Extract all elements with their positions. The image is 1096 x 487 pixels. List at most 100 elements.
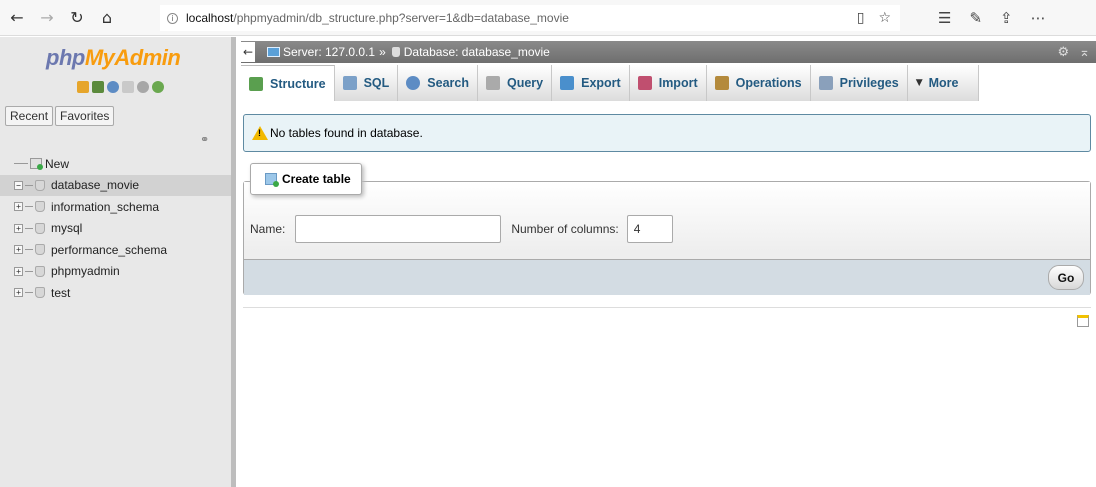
database-icon (35, 287, 45, 299)
go-button[interactable]: Go (1048, 265, 1084, 290)
collapse-sidebar-icon[interactable]: ← (241, 42, 255, 62)
refresh-button[interactable]: ↻ (64, 5, 90, 31)
info-icon[interactable]: i (167, 12, 178, 24)
tab-more[interactable]: ▼ More (907, 65, 980, 101)
logout-icon[interactable] (92, 81, 104, 93)
tree-item-mysql[interactable]: + mysql (0, 218, 231, 240)
tab-query[interactable]: Query (477, 65, 553, 101)
logo-php: php (46, 45, 85, 70)
expand-icon[interactable]: + (14, 223, 23, 233)
tree-item-new[interactable]: New (0, 153, 231, 175)
create-table-form: Create table Name: Number of columns: 4 … (243, 163, 1091, 295)
home-button[interactable]: ⌂ (94, 5, 120, 31)
privileges-icon (818, 76, 833, 90)
database-icon (35, 201, 45, 213)
tab-label: More (928, 76, 959, 90)
new-database-icon (30, 158, 43, 171)
form-footer: Go (244, 259, 1090, 295)
import-icon (637, 76, 652, 90)
tree-item-phpmyadmin[interactable]: + phpmyadmin (0, 261, 231, 283)
breadcrumb-server[interactable]: Server: 127.0.0.1 (283, 45, 375, 59)
breadcrumb-separator: » (379, 45, 386, 59)
browser-toolbar: ← → ↻ ⌂ i localhost/phpmyadmin/db_struct… (0, 0, 1096, 36)
tree-item-information-schema[interactable]: + information_schema (0, 196, 231, 218)
tree-connector (14, 163, 28, 165)
database-icon (35, 179, 45, 191)
url-host: localhost (186, 11, 234, 25)
query-icon (485, 76, 500, 90)
tree-item-test[interactable]: + test (0, 282, 231, 304)
database-icon (35, 244, 45, 256)
home-icon[interactable] (77, 81, 89, 93)
pen-icon[interactable]: ✎ (969, 9, 982, 27)
breadcrumb-database[interactable]: Database: database_movie (404, 45, 550, 59)
breadcrumb: ← Server: 127.0.0.1 » Database: database… (241, 41, 1096, 63)
search-icon (406, 76, 421, 90)
create-table-icon (265, 173, 279, 187)
divider (243, 307, 1091, 308)
tab-label: SQL (363, 76, 390, 90)
tab-label: Export (581, 76, 621, 90)
columns-label: Number of columns: (511, 222, 619, 236)
tab-sql[interactable]: SQL (334, 65, 399, 101)
settings-icon[interactable] (137, 81, 149, 93)
sql-icon (342, 76, 357, 90)
database-name: phpmyadmin (51, 264, 120, 279)
tab-privileges[interactable]: Privileges (810, 65, 908, 101)
share-icon[interactable]: ⇪ (1000, 9, 1013, 27)
console-note-icon[interactable] (1077, 315, 1089, 327)
docs-icon[interactable] (122, 81, 134, 93)
tab-search[interactable]: Search (398, 65, 478, 101)
tree-connector (25, 292, 33, 294)
tab-import[interactable]: Import (629, 65, 707, 101)
table-name-input[interactable] (295, 215, 502, 243)
more-options-icon[interactable]: ⋯ (1031, 9, 1046, 27)
back-arrow-icon: ← (10, 8, 24, 27)
help-icon[interactable] (107, 81, 119, 93)
main-panel: ← Server: 127.0.0.1 » Database: database… (241, 37, 1096, 487)
home-icon: ⌂ (101, 8, 113, 27)
database-name: test (51, 285, 71, 300)
expand-icon[interactable]: + (14, 288, 23, 298)
number-of-columns-input[interactable]: 4 (626, 215, 673, 243)
tree-connector (25, 249, 33, 251)
tab-label: Search (427, 76, 469, 90)
back-button[interactable]: ← (4, 5, 30, 31)
tab-structure[interactable]: Structure (241, 65, 335, 101)
expand-icon[interactable]: + (14, 202, 23, 212)
quick-icons (77, 81, 164, 93)
database-icon (35, 222, 45, 234)
tree-item-performance-schema[interactable]: + performance_schema (0, 239, 231, 261)
link-chain-icon[interactable]: ⚭ (200, 133, 209, 146)
favorite-star-icon[interactable]: ☆ (878, 10, 891, 26)
tab-operations[interactable]: Operations (706, 65, 811, 101)
form-row: Name: Number of columns: 4 (250, 215, 673, 243)
collapse-top-icon[interactable]: ⌅ (1079, 45, 1090, 60)
database-icon (391, 47, 400, 57)
favorites-tab[interactable]: Favorites (55, 106, 115, 126)
reading-view-icon[interactable]: ▯ (857, 10, 865, 26)
expand-icon[interactable]: + (14, 245, 23, 255)
phpmyadmin-logo[interactable]: phpMyAdmin (46, 45, 181, 71)
server-icon (267, 47, 280, 57)
chevron-down-icon: ▼ (915, 78, 923, 88)
recent-tab[interactable]: Recent (5, 106, 54, 126)
database-name: information_schema (51, 199, 160, 214)
database-icon (35, 265, 45, 277)
database-tree: New − database_movie + information_schem… (0, 153, 231, 304)
forward-button[interactable]: → (34, 5, 60, 31)
url-path: /phpmyadmin/db_structure.php?server=1&db… (233, 11, 569, 25)
tab-export[interactable]: Export (552, 65, 630, 101)
tree-item-database-movie[interactable]: − database_movie (0, 174, 231, 196)
name-label: Name: (250, 222, 286, 236)
reload-icon[interactable] (152, 81, 164, 93)
database-name: performance_schema (51, 242, 168, 257)
forward-arrow-icon: → (40, 8, 54, 27)
favorites-list-icon[interactable]: ☰ (938, 9, 951, 27)
tree-connector (25, 184, 33, 186)
address-bar[interactable]: i localhost/phpmyadmin/db_structure.php?… (160, 5, 900, 31)
settings-gear-icon[interactable]: ⚙ (1057, 45, 1069, 60)
collapse-icon[interactable]: − (14, 180, 23, 190)
expand-icon[interactable]: + (14, 266, 23, 276)
navigation-panel: phpMyAdmin Recent Favorites ⚭ New − data… (0, 37, 236, 487)
